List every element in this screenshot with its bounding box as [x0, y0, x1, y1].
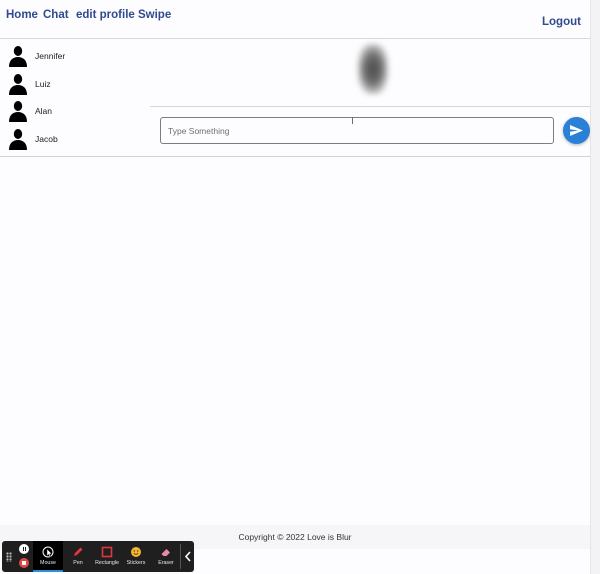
logout-link[interactable]: Logout	[542, 16, 581, 28]
text-cursor-icon: I	[351, 116, 354, 127]
tool-eraser[interactable]: Eraser	[151, 541, 181, 572]
contact-name: Alan	[35, 106, 53, 116]
pause-icon[interactable]	[19, 544, 29, 554]
recorder-toolbar: Mouse Pen Rectangle Stickers Eraser	[2, 541, 194, 572]
user-silhouette-icon	[9, 129, 27, 150]
contact-name: Jennifer	[35, 51, 66, 61]
conversation-divider	[150, 106, 590, 107]
contact-name: Jacob	[35, 134, 58, 144]
drag-handle-icon[interactable]	[6, 552, 12, 562]
contact-name: Luiz	[35, 79, 51, 89]
user-silhouette-icon	[9, 101, 27, 122]
blurred-partner-avatar	[358, 44, 388, 94]
contact-item[interactable]: Jacob	[8, 128, 148, 152]
mouse-cursor-icon	[42, 546, 54, 558]
scrollbar[interactable]	[590, 0, 600, 574]
rectangle-icon	[101, 546, 113, 558]
send-icon	[570, 125, 583, 136]
chevron-left-icon[interactable]	[183, 550, 193, 563]
tool-mouse[interactable]: Mouse	[33, 541, 63, 572]
nav-home-link[interactable]: Home	[6, 9, 38, 21]
toolbar-separator	[180, 544, 181, 569]
user-silhouette-icon	[9, 46, 27, 67]
tool-pen[interactable]: Pen	[63, 541, 93, 572]
sticker-icon	[131, 547, 141, 557]
eraser-icon	[161, 549, 170, 556]
nav-chat-link[interactable]: Chat	[43, 9, 69, 21]
user-silhouette-icon	[9, 74, 27, 95]
tool-stickers[interactable]: Stickers	[121, 541, 151, 572]
nav-swipe-link[interactable]: Swipe	[138, 9, 171, 21]
contact-item[interactable]: Alan	[8, 100, 148, 124]
send-button[interactable]	[563, 117, 590, 144]
nav-edit-profile-link[interactable]: edit profile	[76, 9, 135, 21]
message-input[interactable]	[160, 117, 554, 144]
contact-item[interactable]: Jennifer	[8, 45, 148, 69]
navbar: Home Chat edit profile Swipe Logout	[0, 0, 600, 39]
pen-icon	[74, 547, 83, 556]
tool-rectangle[interactable]: Rectangle	[92, 541, 122, 572]
contact-item[interactable]: Luiz	[8, 73, 148, 97]
